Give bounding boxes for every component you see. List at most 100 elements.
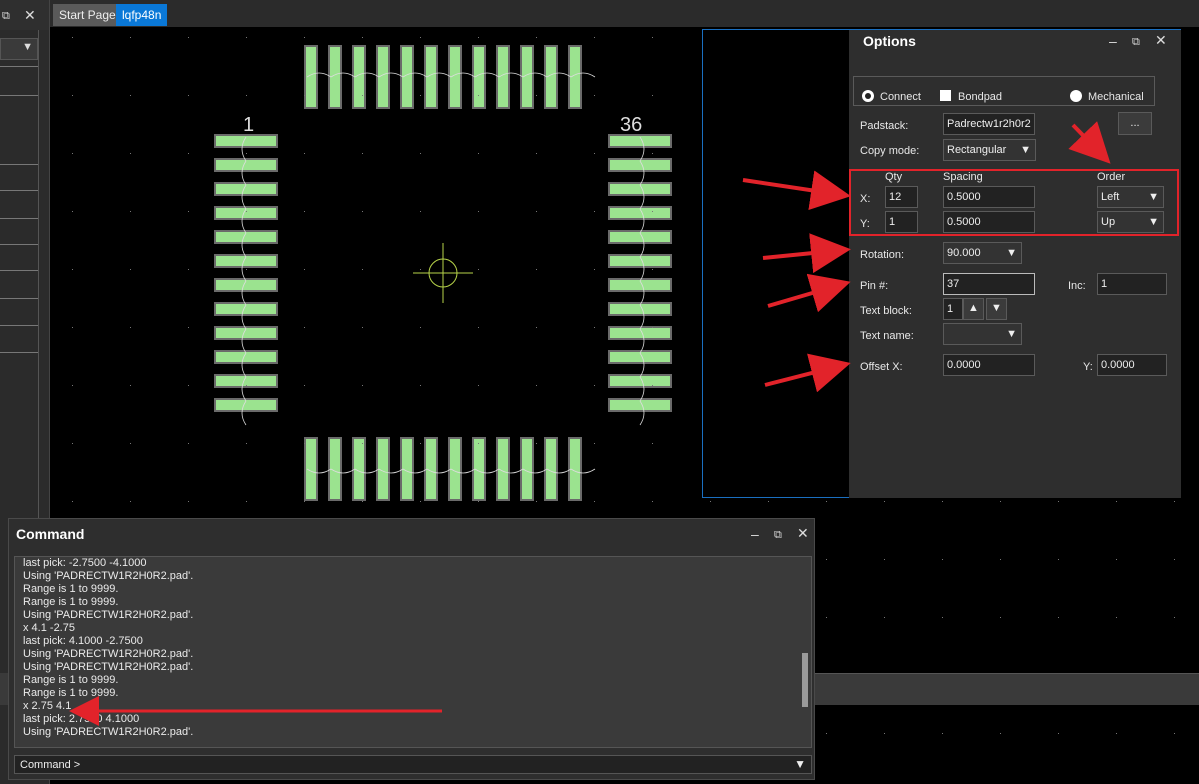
padstack-browse-button[interactable]: ... xyxy=(1118,112,1152,135)
mode-radio-group: Connect Bondpad Mechanical xyxy=(853,76,1155,106)
copy-mode-dropdown[interactable]: Rectangular ▼ xyxy=(943,139,1036,161)
inc-field[interactable]: 1 xyxy=(1097,273,1167,295)
pin-number-label: Pin #: xyxy=(860,280,889,292)
grid-dot xyxy=(1058,501,1059,502)
command-log[interactable]: last pick: -2.7500 -4.1000 Using 'PADRECT… xyxy=(14,556,812,748)
y-order-dropdown[interactable]: Up ▼ xyxy=(1097,211,1164,233)
grid-dot xyxy=(1058,733,1059,734)
grid-dot xyxy=(246,327,247,328)
grid-dot xyxy=(130,443,131,444)
grid-dot xyxy=(130,385,131,386)
grid-dot xyxy=(826,559,827,560)
text-block-up-button[interactable]: ▲ xyxy=(963,298,984,320)
grid-dot xyxy=(362,37,363,38)
grid-dot xyxy=(72,327,73,328)
divider xyxy=(0,352,38,353)
text-block-down-button[interactable]: ▼ xyxy=(986,298,1007,320)
offset-y-label: Y: xyxy=(1083,361,1093,373)
divider xyxy=(0,244,38,245)
grid-dot xyxy=(420,385,421,386)
padstack-label: Padstack: xyxy=(860,120,909,132)
y-qty-field[interactable]: 1 xyxy=(885,211,918,233)
grid-dot xyxy=(1174,559,1175,560)
grid-dot xyxy=(130,153,131,154)
grid-dot xyxy=(594,37,595,38)
tab-start-page[interactable]: Start Page xyxy=(53,4,122,26)
pad-bottom xyxy=(304,437,318,501)
close-icon[interactable]: ✕ xyxy=(24,8,36,22)
minimize-icon[interactable]: – xyxy=(1109,34,1117,48)
grid-dot xyxy=(130,95,131,96)
command-title: Command xyxy=(16,526,85,542)
close-icon[interactable]: ✕ xyxy=(1155,33,1167,47)
command-input[interactable]: Command > ▼ xyxy=(14,755,812,774)
grid-dot xyxy=(130,211,131,212)
grid-dot xyxy=(304,37,305,38)
command-log-line: Using 'PADRECTW1R2H0R2.pad'. xyxy=(23,648,194,660)
restore-icon[interactable]: ⧉ xyxy=(2,9,10,23)
grid-dot xyxy=(246,37,247,38)
close-icon[interactable]: ✕ xyxy=(797,526,809,540)
x-qty-field[interactable]: 12 xyxy=(885,186,918,208)
padstack-field[interactable]: Padrectw1r2h0r2 xyxy=(943,113,1035,135)
grid-dot xyxy=(652,269,653,270)
grid-dot xyxy=(652,211,653,212)
y-spacing-field[interactable]: 0.5000 xyxy=(943,211,1035,233)
grid-dot xyxy=(1058,559,1059,560)
text-name-label: Text name: xyxy=(860,330,914,342)
restore-icon[interactable]: ⧉ xyxy=(774,528,782,542)
pin-number-field[interactable]: 37 xyxy=(943,273,1035,295)
minimize-icon[interactable]: – xyxy=(751,527,759,541)
grid-dot xyxy=(594,501,595,502)
grid-dot xyxy=(246,385,247,386)
chevron-down-icon: ▼ xyxy=(1148,191,1159,203)
grid-dot xyxy=(188,443,189,444)
left-dock-dropdown[interactable]: ▼ xyxy=(0,38,38,60)
command-log-line: last pick: 2.7500 4.1000 xyxy=(23,713,140,725)
pad-right xyxy=(608,134,672,148)
grid-dot xyxy=(478,269,479,270)
command-log-scrollbar[interactable] xyxy=(802,653,808,707)
grid-dot xyxy=(304,327,305,328)
grid-dot xyxy=(188,211,189,212)
x-spacing-field[interactable]: 0.5000 xyxy=(943,186,1035,208)
text-name-dropdown[interactable]: ▼ xyxy=(943,323,1022,345)
grid-dot xyxy=(304,385,305,386)
command-log-line: last pick: 4.1000 -2.7500 xyxy=(23,635,143,647)
grid-dot xyxy=(1174,733,1175,734)
grid-dot xyxy=(594,153,595,154)
divider xyxy=(0,218,38,219)
radio-mechanical[interactable] xyxy=(1070,90,1082,102)
x-order-dropdown[interactable]: Left ▼ xyxy=(1097,186,1164,208)
command-log-line: Range is 1 to 9999. xyxy=(23,674,119,686)
triangle-up-icon: ▲ xyxy=(968,302,979,314)
checkbox-bondpad[interactable] xyxy=(940,90,951,101)
grid-dot xyxy=(1116,733,1117,734)
grid-dot xyxy=(304,501,305,502)
offset-y-field[interactable]: 0.0000 xyxy=(1097,354,1167,376)
grid-dot xyxy=(652,443,653,444)
grid-dot xyxy=(246,95,247,96)
command-log-line: Range is 1 to 9999. xyxy=(23,687,119,699)
grid-dot xyxy=(188,501,189,502)
grid-dot xyxy=(478,501,479,502)
tab-lqfp48n[interactable]: lqfp48n xyxy=(116,4,168,26)
rotation-dropdown[interactable]: 90.000 ▼ xyxy=(943,242,1022,264)
grid-dot xyxy=(478,95,479,96)
command-window: Command – ⧉ ✕ last pick: -2.7500 -4.1000… xyxy=(8,518,815,780)
grid-dot xyxy=(188,95,189,96)
radio-connect[interactable] xyxy=(862,90,874,102)
grid-dot xyxy=(362,269,363,270)
grid-dot xyxy=(72,269,73,270)
grid-dot xyxy=(478,153,479,154)
text-block-field[interactable]: 1 xyxy=(943,298,963,320)
grid-dot xyxy=(652,37,653,38)
grid-dot xyxy=(594,269,595,270)
grid-dot xyxy=(420,269,421,270)
divider xyxy=(0,270,38,271)
restore-icon[interactable]: ⧉ xyxy=(1132,35,1140,49)
grid-dot xyxy=(420,327,421,328)
offset-x-field[interactable]: 0.0000 xyxy=(943,354,1035,376)
grid-dot xyxy=(478,443,479,444)
chevron-down-icon: ▼ xyxy=(1148,216,1159,228)
